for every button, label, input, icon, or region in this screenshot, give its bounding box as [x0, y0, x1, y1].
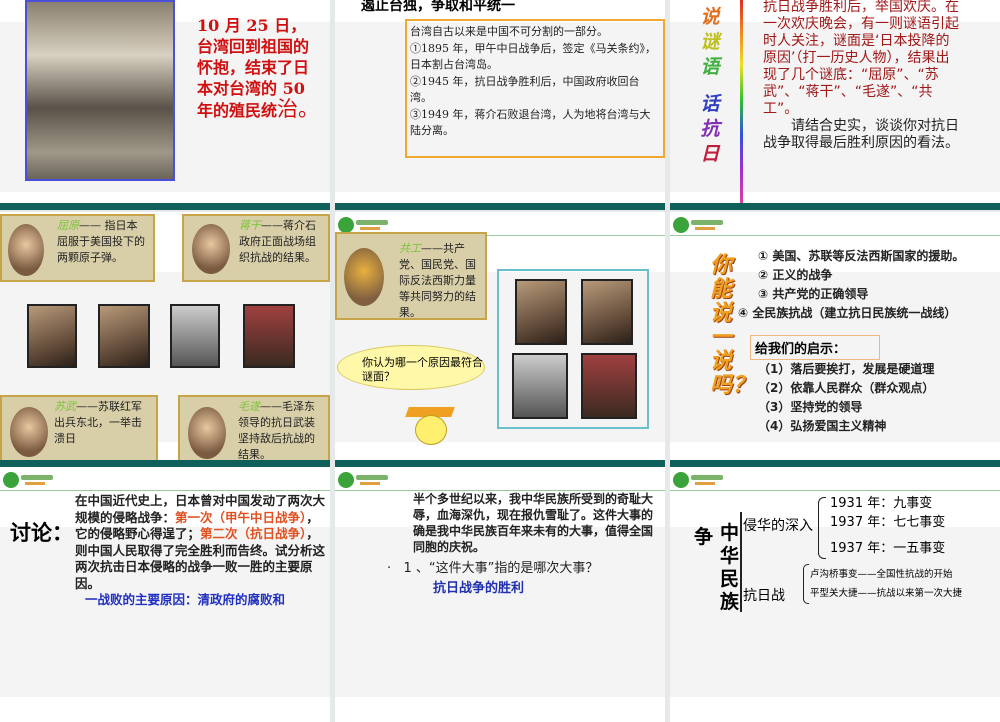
brace-icon: [818, 497, 826, 559]
slide-bottom-bar: [670, 460, 1000, 467]
logo-divider: [670, 490, 1000, 491]
riddle-bubble-suwu: 苏武——苏联红军出兵东北，一举击溃日: [0, 395, 158, 467]
slide-bottom-bar: [0, 460, 330, 467]
slide-thumbnail-6[interactable]: 你能说一说吗？ ① 美国、苏联等反法西斯国家的援助。 ② 正义的战争 ③ 共产党…: [670, 212, 1000, 467]
slide-thumbnail-5[interactable]: 共工——共产党、国民党、国际反法西斯力量等共同努力的结果。 你认为哪一个原因最符…: [335, 212, 665, 467]
slide-thumbnail-1[interactable]: 10 月 25 日，台湾回到祖国的怀抱，结束了日本对台湾的 50 年的殖民统治。: [0, 0, 330, 210]
answer-list: ① 美国、苏联等反法西斯国家的援助。 ② 正义的战争 ③ 共产党的正确领导 ④ …: [738, 249, 965, 320]
branch-resistance: 抗日战: [743, 588, 785, 604]
cartoon-professor-icon: [405, 407, 455, 452]
taiwan-history-box: 台湾自古以来是中国不可分割的一部分。 ①1895 年，甲午中日战争后，签定《马关…: [405, 19, 665, 158]
gonggong-portrait: [344, 248, 384, 306]
riddle-bubble-maosui: 毛遂——毛泽东领导的抗日武装坚持敌后抗战的结果。: [178, 395, 330, 467]
side-title: 说 谜 语 话 抗 日: [700, 6, 720, 165]
answer-1: 抗日战争的胜利: [433, 581, 525, 596]
mao-photo: [243, 304, 295, 368]
slide-thumbnail-8[interactable]: 半个多世纪以来，我中华民族所受到的奇耻大辱，血海深仇，现在报仇雪耻了。这件大事的…: [335, 467, 665, 722]
battle-list: 卢沟桥事变——全国性抗战的开始 平型关大捷——抗战以来第一次大捷: [810, 569, 963, 599]
riddle-bubble-gonggong: 共工——共产党、国民党、国际反法西斯力量等共同努力的结果。: [335, 232, 487, 320]
discussion-label: 讨论：: [10, 521, 73, 545]
slide-bottom-bar: [0, 203, 330, 210]
branch-invasion: 侵华的深入: [743, 518, 813, 534]
suwu-portrait: [10, 407, 48, 457]
slide-1-text: 10 月 25 日，台湾回到祖国的怀抱，结束了日本对台湾的 50 年的殖民统治。: [197, 16, 320, 121]
riddle-bubble-quyuan: 屈原—— 指日本屈服于美国投下的两颗原子弹。: [0, 214, 155, 282]
jianggan-portrait: [192, 224, 230, 274]
logo-divider: [670, 235, 1000, 236]
slide-thumbnail-9[interactable]: 争 中华民族 侵华的深入 1931 年：九事变 1937 年：七七事变 1937…: [670, 467, 1000, 722]
leaders-photo-frame: [497, 269, 649, 429]
site-logo: [338, 217, 388, 233]
outline-left-char: 争: [694, 526, 714, 548]
slide-thumbnail-7[interactable]: 讨论： 在中国近代史上，日本曾对中国发动了两次大规模的侵略战争：第一次（甲午中日…: [0, 467, 330, 722]
riddle-text: 抗日战争胜利后，举国欢庆。在一次欢庆晚会，有一则谜语引起时人关注，谜面是‘日本投…: [763, 0, 959, 151]
taiwan-restoration-photo: [25, 0, 175, 181]
maosui-portrait: [188, 407, 226, 459]
chiang-photo: [170, 304, 220, 368]
lesson-title: 给我们的启示：: [750, 335, 880, 360]
slide-bottom-bar: [335, 203, 665, 210]
riddle-bubble-jianggan: 蒋干——蒋介石政府正面战场组织抗战的结果。: [182, 214, 330, 282]
site-logo: [673, 217, 723, 233]
logo-divider: [0, 490, 330, 491]
slide-thumbnail-3[interactable]: 说 谜 语 话 抗 日 抗日战争胜利后，举国欢庆。在一次欢庆晚会，有一则谜语引起…: [670, 0, 1000, 210]
brace-icon: [803, 564, 809, 604]
quyuan-portrait: [8, 224, 44, 276]
slide-2-title: 遏止台独，争取和平统一: [361, 0, 515, 14]
thought-cloud: 你认为哪一个原因最符合谜面？: [337, 345, 485, 390]
slide-thumbnail-2[interactable]: 遏止台独，争取和平统一 台湾自古以来是中国不可分割的一部分。 ①1895 年，甲…: [335, 0, 665, 210]
site-logo: [3, 472, 53, 488]
stalin-photo: [98, 304, 150, 368]
slide-bottom-bar: [335, 460, 665, 467]
outline-vertical-title: 中华民族: [720, 522, 740, 613]
rainbow-divider: [740, 0, 743, 205]
lesson-list: （1）落后要挨打，发展是硬道理 （2）依靠人民群众（群众观点） （3）坚持党的领…: [758, 362, 935, 433]
site-logo: [673, 472, 723, 488]
slide-thumbnail-4[interactable]: 屈原—— 指日本屈服于美国投下的两颗原子弹。 蒋干——蒋介石政府正面战场组织抗战…: [0, 212, 330, 467]
roosevelt-photo: [27, 304, 77, 368]
quote-text: 半个多世纪以来，我中华民族所受到的奇耻大辱，血海深仇，现在报仇雪耻了。这件大事的…: [413, 492, 654, 554]
site-logo: [338, 472, 388, 488]
slide-bottom-bar: [670, 203, 1000, 210]
question-1: · 1 、“这件大事”指的是哪次大事？: [387, 561, 599, 576]
event-list: 1931 年：九事变 1937 年：七七事变 1937 年：一五事变: [830, 496, 946, 556]
side-title-art: 你能说一说吗？: [710, 253, 755, 398]
discussion-text: 在中国近代史上，日本曾对中国发动了两次大规模的侵略战争：第一次（甲午中日战争），…: [75, 493, 326, 607]
